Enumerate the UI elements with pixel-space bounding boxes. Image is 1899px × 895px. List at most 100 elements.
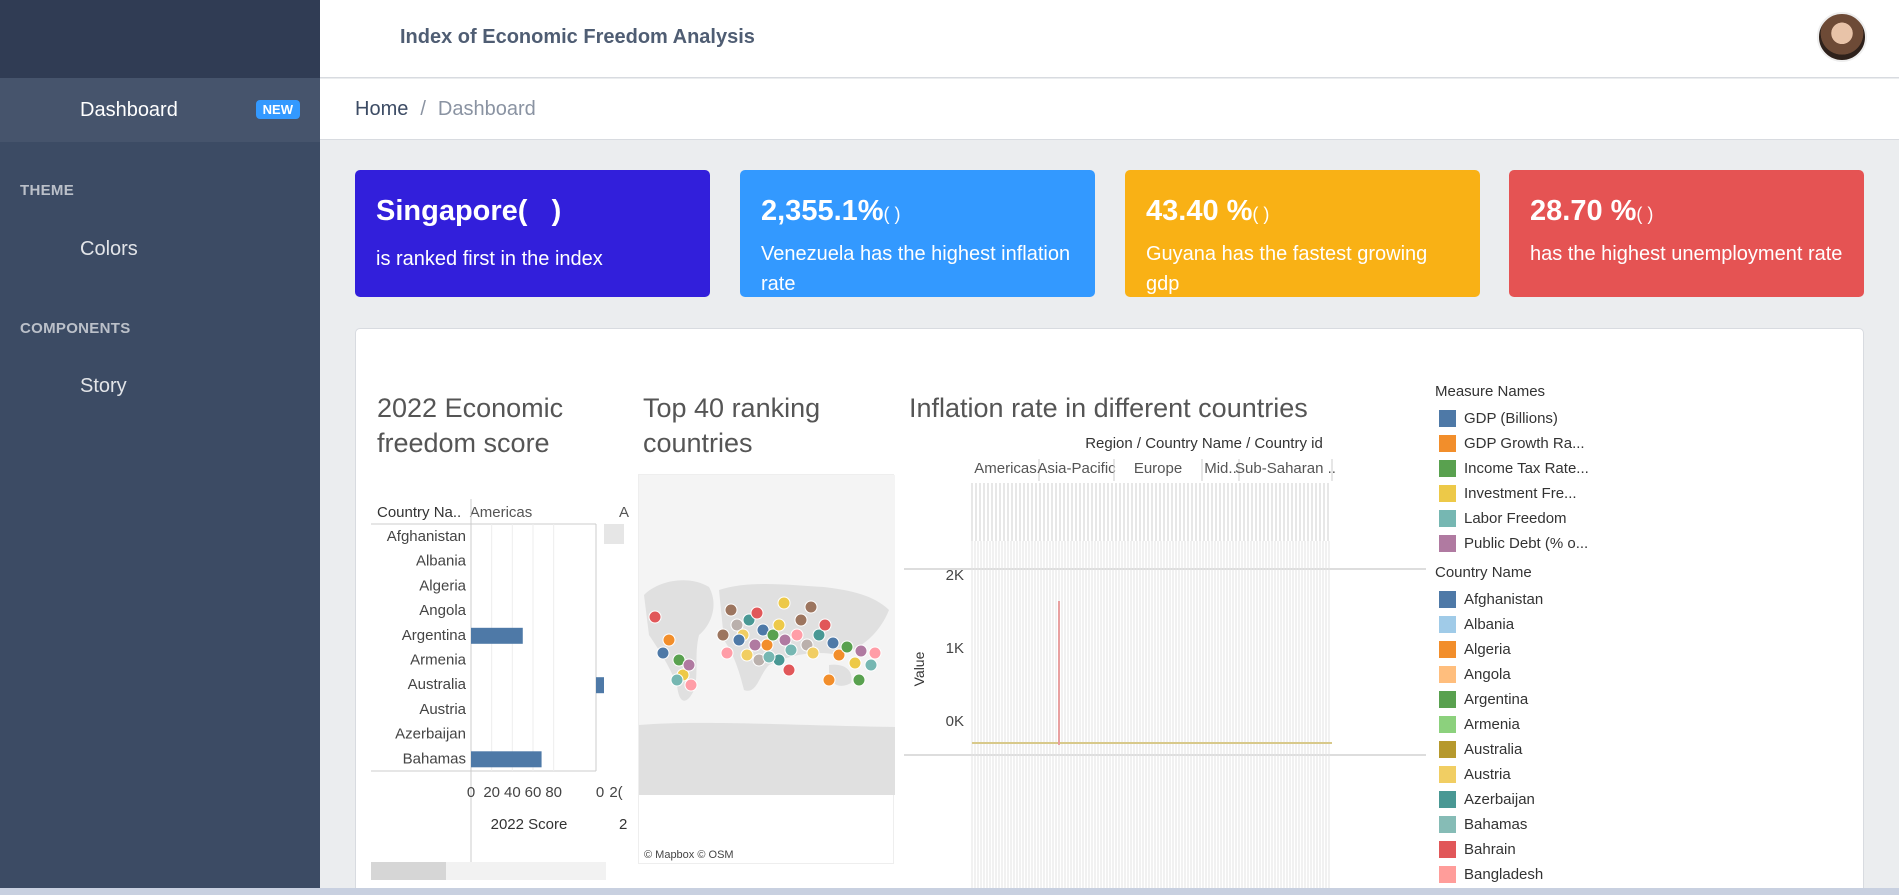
map-marker[interactable]	[864, 658, 878, 672]
legend-item-bahrain[interactable]: Bahrain	[1435, 837, 1615, 862]
x-axis-label: 2022 Score	[491, 816, 568, 833]
map-marker[interactable]	[848, 656, 862, 670]
x-tick-label: 20	[483, 784, 500, 801]
legend-item-austria[interactable]: Austria	[1435, 762, 1615, 787]
map-marker[interactable]	[854, 644, 868, 658]
legend-label: Income Tax Rate...	[1464, 460, 1589, 477]
sidebar-brand[interactable]	[0, 0, 320, 78]
legend-label: Azerbaijan	[1464, 791, 1535, 808]
viz-title-freedom-score: 2022 Economic freedom score	[377, 393, 564, 458]
map-marker[interactable]	[806, 646, 820, 660]
map-marker[interactable]	[868, 646, 882, 660]
row-label: Algeria	[419, 577, 466, 594]
nav-title-components: COMPONENTS	[20, 320, 131, 337]
map-marker[interactable]	[670, 673, 684, 687]
legend-item-labor-freedom[interactable]: Labor Freedom	[1435, 506, 1615, 531]
inflation-header: Region / Country Name / Country id	[1085, 435, 1323, 452]
legend-swatch	[1439, 641, 1456, 658]
legend-item-armenia[interactable]: Armenia	[1435, 712, 1615, 737]
legend-label: Austria	[1464, 766, 1511, 783]
map-marker[interactable]	[826, 636, 840, 650]
stat-value: 28.70 %( )	[1530, 195, 1654, 227]
legend-item-gdp-billions[interactable]: GDP (Billions)	[1435, 406, 1615, 431]
map-marker[interactable]	[790, 628, 804, 642]
map-marker[interactable]	[804, 600, 818, 614]
bar[interactable]	[471, 627, 523, 644]
breadcrumb-home[interactable]: Home	[355, 98, 408, 121]
horizontal-scroll-thumb[interactable]	[371, 862, 446, 880]
map-marker[interactable]	[720, 646, 734, 660]
legend-item-income-tax-rate[interactable]: Income Tax Rate...	[1435, 456, 1615, 481]
sidebar-item-story[interactable]: Story	[0, 354, 320, 418]
viz-title-top-40: Top 40 ranking countries	[643, 393, 821, 458]
legend-label: Algeria	[1464, 641, 1511, 658]
map-marker[interactable]	[716, 628, 730, 642]
map-marker[interactable]	[762, 650, 776, 664]
map-marker[interactable]	[782, 663, 796, 677]
map-marker[interactable]	[732, 633, 746, 647]
sidebar-item-dashboard[interactable]: Dashboard NEW	[0, 78, 320, 142]
header: Index of Economic Freedom Analysis	[320, 0, 1899, 78]
legend-item-bangladesh[interactable]: Bangladesh	[1435, 862, 1615, 887]
x-tick-label: 80	[545, 784, 562, 801]
legend-label: Australia	[1464, 741, 1523, 758]
map-marker[interactable]	[840, 640, 854, 654]
legend-item-gdp-growth-ra[interactable]: GDP Growth Ra...	[1435, 431, 1615, 456]
legend-item-investment-fre[interactable]: Investment Fre...	[1435, 481, 1615, 506]
x-axis-label-next: 2	[619, 816, 627, 833]
x-tick-label: 2(	[609, 784, 622, 801]
map-svg: © Mapbox © OSM	[639, 475, 895, 861]
legend-item-bahamas[interactable]: Bahamas	[1435, 812, 1615, 837]
map-marker[interactable]	[682, 658, 696, 672]
legend-label: Albania	[1464, 616, 1515, 633]
legend-item-public-debt-o[interactable]: Public Debt (% o...	[1435, 531, 1615, 556]
y-tick-label: 0K	[946, 713, 964, 730]
legend-item-algeria[interactable]: Algeria	[1435, 637, 1615, 662]
legend-label: Armenia	[1464, 716, 1520, 733]
top-40-map[interactable]: © Mapbox © OSM	[638, 474, 895, 864]
legend-country-title: Country Name	[1435, 564, 1532, 581]
bar[interactable]	[471, 751, 542, 768]
legend-item-albania[interactable]: Albania	[1435, 612, 1615, 637]
inflation-chart[interactable]: Region / Country Name / Country id Ameri…	[904, 429, 1780, 894]
legend-item-argentina[interactable]: Argentina	[1435, 687, 1615, 712]
y-tick-label: 1K	[946, 640, 964, 657]
freedom-score-bar-chart[interactable]: Country Na.. Americas A Afghanistan Alban…	[371, 499, 629, 880]
y-tick-label: 2K	[946, 567, 964, 584]
map-marker[interactable]	[748, 638, 762, 652]
stat-value: 2,355.1%( )	[761, 195, 901, 227]
map-marker[interactable]	[818, 618, 832, 632]
legend-swatch	[1439, 410, 1456, 427]
inflation-svg: Region / Country Name / Country id Ameri…	[904, 435, 1426, 894]
map-marker[interactable]	[684, 678, 698, 692]
map-marker[interactable]	[822, 673, 836, 687]
breadcrumb: Home / Dashboard	[320, 79, 1899, 140]
scroll-thumb[interactable]	[604, 524, 624, 544]
map-marker[interactable]	[852, 673, 866, 687]
stat-card-gdp-growth: 43.40 %( ) Guyana has the fastest growin…	[1125, 170, 1480, 297]
map-marker[interactable]	[656, 646, 670, 660]
legend-item-angola[interactable]: Angola	[1435, 662, 1615, 687]
map-marker[interactable]	[784, 643, 798, 657]
map-marker[interactable]	[750, 606, 764, 620]
legend-item-australia[interactable]: Australia	[1435, 737, 1615, 762]
map-marker[interactable]	[724, 603, 738, 617]
sidebar-item-label: Story	[80, 374, 127, 397]
stat-caption: Venezuela has the highest inflation rate	[761, 243, 1071, 295]
map-marker[interactable]	[777, 596, 791, 610]
map-marker[interactable]	[772, 618, 786, 632]
map-marker[interactable]	[648, 610, 662, 624]
stat-card-inflation: 2,355.1%( ) Venezuela has the highest in…	[740, 170, 1095, 297]
avatar[interactable]	[1817, 12, 1867, 62]
legend-item-afghanistan[interactable]: Afghanistan	[1435, 587, 1615, 612]
bar[interactable]	[596, 677, 604, 694]
legend-swatch	[1439, 591, 1456, 608]
sidebar-item-colors[interactable]: Colors	[0, 217, 320, 281]
row-label: Albania	[416, 553, 467, 570]
map-marker[interactable]	[662, 633, 676, 647]
legend-swatch	[1439, 460, 1456, 477]
map-marker[interactable]	[740, 648, 754, 662]
viz-title-inflation: Inflation rate in different countries	[909, 393, 1308, 423]
legend-item-azerbaijan[interactable]: Azerbaijan	[1435, 787, 1615, 812]
map-marker[interactable]	[794, 613, 808, 627]
